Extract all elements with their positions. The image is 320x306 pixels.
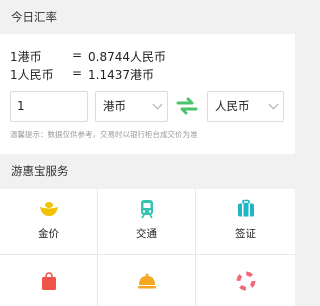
service-food[interactable]: [98, 255, 196, 306]
chevron-down-icon: [268, 99, 279, 110]
service-visa[interactable]: 签证: [196, 189, 295, 255]
chevron-down-icon: [152, 99, 163, 110]
service-label: 签证: [235, 228, 256, 240]
service-gold-price[interactable]: 金价: [0, 189, 98, 255]
from-currency-select[interactable]: 港币: [95, 91, 168, 122]
service-insurance[interactable]: [196, 255, 295, 306]
suitcase-icon: [236, 199, 256, 219]
amount-input[interactable]: 1: [10, 91, 88, 122]
converter-controls: 1 港币 人民币: [10, 91, 285, 123]
gold-ingot-icon: [39, 199, 59, 219]
service-transport[interactable]: 交通: [98, 189, 196, 255]
rate-rhs: 0.8744人民币: [88, 50, 166, 64]
rate-row-hkd-cny: 1港币 = 0.8744人民币: [10, 48, 166, 65]
to-currency-label: 人民币: [215, 99, 250, 113]
shopping-bag-icon: [39, 271, 59, 291]
service-label: 交通: [136, 228, 157, 240]
services-header: 游惠宝服务: [0, 154, 295, 189]
rate-equals: =: [72, 48, 83, 62]
services-grid: 金价 交通 签证: [0, 189, 295, 306]
lifebuoy-icon: [236, 271, 256, 291]
rate-row-cny-hkd: 1人民币 = 1.1437港币: [10, 66, 154, 83]
exchange-rate-card: 1港币 = 0.8744人民币 1人民币 = 1.1437港币 1 港币 人民币…: [0, 34, 295, 154]
rate-lhs: 1港币: [10, 50, 42, 64]
train-icon: [137, 199, 157, 219]
from-currency-label: 港币: [103, 99, 126, 113]
swap-currency-icon[interactable]: [175, 97, 199, 115]
rate-rhs: 1.1437港币: [88, 68, 154, 82]
rate-lhs: 1人民币: [10, 68, 54, 82]
disclaimer-tip: 温馨提示：数据仅供参考，交易时以银行柜台成交价为准: [10, 130, 198, 139]
food-dish-icon: [137, 271, 157, 291]
service-label: 金价: [38, 228, 59, 240]
rate-equals: =: [72, 66, 83, 80]
service-shopping[interactable]: [0, 255, 98, 306]
exchange-rate-header: 今日汇率: [0, 0, 295, 34]
to-currency-select[interactable]: 人民币: [207, 91, 284, 122]
